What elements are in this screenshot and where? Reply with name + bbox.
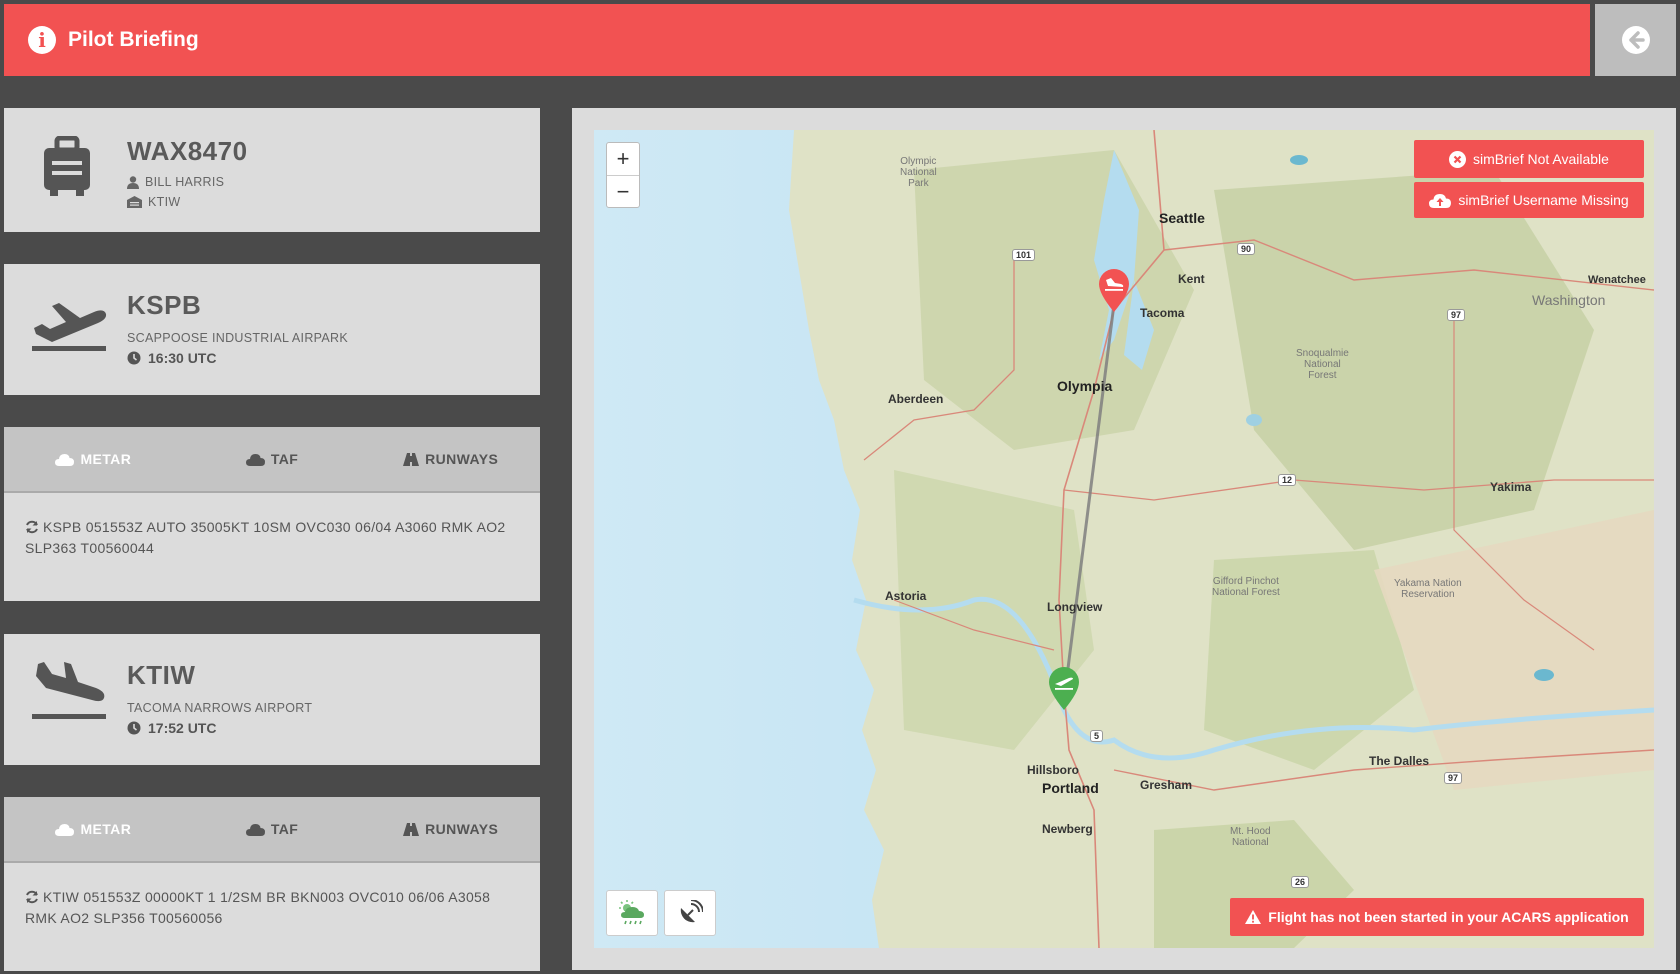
map-label-aberdeen: Aberdeen (888, 392, 944, 406)
route-map[interactable]: Seattle Kent Tacoma Olympia Aberdeen Ast… (594, 130, 1654, 948)
map-label-kent: Kent (1178, 272, 1205, 286)
shield-i5: 5 (1090, 730, 1104, 742)
satellite-dish-icon (680, 900, 703, 923)
cloud-icon (245, 823, 265, 836)
shield-us12: 12 (1278, 474, 1297, 486)
shield-i90: 90 (1237, 243, 1256, 255)
tab-taf[interactable]: TAF (183, 427, 362, 491)
map-label-snoqualmie: Snoqualmie National Forest (1296, 348, 1349, 381)
tab-runways[interactable]: RUNWAYS (361, 797, 540, 861)
map-label-portland: Portland (1042, 780, 1099, 796)
refresh-icon (26, 890, 38, 904)
arrival-weather-panel: METAR TAF RUNWAYS KTIW 051553Z 00000KT 1… (4, 797, 540, 971)
arrival-time: 17:52 UTC (148, 720, 217, 736)
arrival-icao: KTIW (127, 660, 196, 690)
map-label-washington: Washington (1532, 292, 1606, 308)
map-label-the-dalles: The Dalles (1369, 754, 1430, 768)
map-label-newberg: Newberg (1042, 822, 1093, 836)
simbrief-not-available-button[interactable]: simBrief Not Available (1414, 140, 1644, 178)
arrival-card: KTIW TACOMA NARROWS AIRPORT 17:52 UTC (4, 634, 540, 765)
header-bar: i Pilot Briefing (4, 4, 1590, 76)
radar-layer-button[interactable] (664, 890, 716, 936)
departure-weather-panel: METAR TAF RUNWAYS KSPB 051553Z AUTO 3500… (4, 427, 540, 601)
simbrief-username-missing-button[interactable]: simBrief Username Missing (1414, 182, 1644, 218)
map-label-gresham: Gresham (1140, 778, 1193, 792)
plane-departure-icon (30, 294, 108, 359)
user-icon (127, 175, 139, 189)
pilot-name: BILL HARRIS (145, 175, 225, 189)
cloud-icon (55, 823, 75, 836)
flight-callsign: WAX8470 (127, 136, 248, 166)
shield-us101: 101 (1012, 249, 1036, 261)
flight-info-card: WAX8470 BILL HARRIS KTIW (4, 108, 540, 232)
shield-us97b: 97 (1444, 772, 1463, 784)
tab-runways[interactable]: RUNWAYS (361, 427, 540, 491)
tab-metar[interactable]: METAR (4, 427, 183, 491)
tab-taf[interactable]: TAF (183, 797, 362, 861)
map-label-yakama: Yakama Nation Reservation (1394, 578, 1462, 600)
map-label-seattle: Seattle (1159, 210, 1205, 226)
map-label-olympia: Olympia (1057, 378, 1113, 394)
cloud-upload-icon (1429, 193, 1452, 208)
road-icon (403, 822, 420, 836)
map-label-wenatchee: Wenatchee (1588, 274, 1646, 286)
map-panel: Seattle Kent Tacoma Olympia Aberdeen Ast… (572, 108, 1676, 970)
refresh-icon (26, 520, 38, 534)
weather-layer-button[interactable] (606, 890, 658, 936)
close-circle-icon (1449, 150, 1467, 168)
map-terrain (594, 130, 1654, 948)
back-button[interactable] (1595, 4, 1676, 76)
cloud-icon (55, 453, 75, 466)
arrow-left-circle-icon (1621, 26, 1650, 54)
map-label-yakima: Yakima (1490, 480, 1532, 494)
clock-icon (127, 721, 141, 735)
departure-icao: KSPB (127, 290, 202, 320)
shield-i26: 26 (1291, 876, 1310, 888)
warning-triangle-icon (1245, 910, 1262, 924)
weather-rain-icon (619, 900, 644, 925)
departure-time: 16:30 UTC (148, 350, 217, 366)
cloud-icon (245, 453, 265, 466)
arrival-weather-tabs: METAR TAF RUNWAYS (4, 797, 540, 863)
map-label-astoria: Astoria (885, 589, 927, 603)
map-label-tacoma: Tacoma (1140, 306, 1185, 320)
shield-us97a: 97 (1447, 309, 1466, 321)
departure-card: KSPB SCAPPOOSE INDUSTRIAL AIRPARK 16:30 … (4, 264, 540, 395)
page-title: Pilot Briefing (68, 28, 199, 51)
arrival-metar-text: KTIW 051553Z 00000KT 1 1/2SM BR BKN003 O… (25, 889, 491, 926)
map-label-gifford: Gifford Pinchot National Forest (1212, 576, 1280, 598)
map-label-mt-hood: Mt. Hood National (1230, 826, 1271, 848)
info-icon: i (28, 26, 56, 54)
departure-weather-tabs: METAR TAF RUNWAYS (4, 427, 540, 493)
departure-airport-name: SCAPPOOSE INDUSTRIAL AIRPARK (127, 331, 348, 345)
clock-icon (127, 351, 141, 365)
map-label-longview: Longview (1047, 600, 1103, 614)
zoom-out-button[interactable]: − (607, 175, 639, 207)
departure-metar-text: KSPB 051553Z AUTO 35005KT 10SM OVC030 06… (25, 519, 506, 556)
map-label-hillsboro: Hillsboro (1027, 763, 1080, 777)
map-label-olympic-park: Olympic National Park (900, 156, 937, 189)
zoom-in-button[interactable]: + (607, 143, 639, 175)
road-icon (403, 452, 420, 466)
arrival-airport-name: TACOMA NARROWS AIRPORT (127, 701, 313, 715)
flight-destination: KTIW (148, 195, 181, 209)
zoom-control: + − (606, 142, 640, 208)
tab-metar[interactable]: METAR (4, 797, 183, 861)
acars-warning-banner: Flight has not been started in your ACAR… (1230, 898, 1644, 936)
plane-arrival-icon (30, 660, 108, 727)
suitcase-icon (42, 135, 92, 203)
hangar-icon (127, 196, 142, 208)
